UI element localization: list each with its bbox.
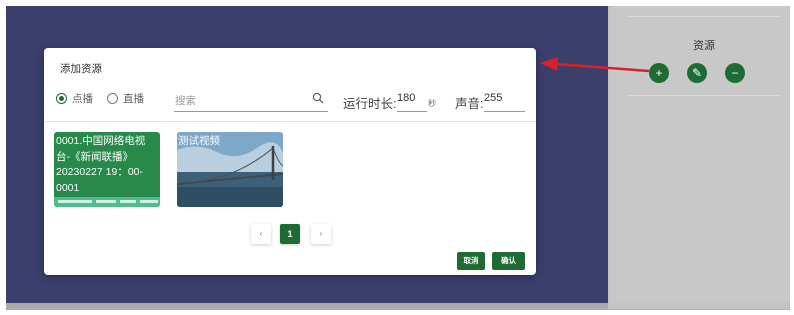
resource-card-title: 0001.中国网络电视 台-《新闻联播》 20230227 19：00- 000… bbox=[56, 135, 146, 194]
resource-card-test-video[interactable]: 测试视频 bbox=[177, 132, 283, 207]
resource-panel-title: 资源 bbox=[693, 40, 715, 52]
search-input[interactable]: 搜索 bbox=[174, 91, 328, 112]
radio-live[interactable]: 直播 bbox=[107, 91, 144, 106]
next-page-button[interactable]: › bbox=[311, 224, 331, 244]
resource-card-title: 测试视频 bbox=[178, 135, 220, 147]
duration-label: 运行时长: bbox=[343, 97, 397, 111]
resource-card-news[interactable]: 0001.中国网络电视 台-《新闻联播》 20230227 19：00- 000… bbox=[54, 132, 160, 207]
radio-vod[interactable]: 点播 bbox=[56, 91, 93, 106]
bottom-bar bbox=[6, 303, 608, 310]
dialog-title: 添加资源 bbox=[60, 63, 102, 75]
volume-input[interactable]: 255 bbox=[484, 92, 525, 112]
plus-icon: + bbox=[655, 66, 663, 80]
duration-input[interactable]: 180 bbox=[397, 92, 427, 112]
edit-resource-button[interactable]: ✎ bbox=[687, 63, 707, 83]
page-1-button[interactable]: 1 bbox=[280, 224, 300, 244]
resource-panel: 资源 + ✎ − bbox=[628, 16, 780, 96]
add-resource-dialog: 添加资源 点播 直播 搜索 运行时长: 180 秒 声音: 255 0001.中… bbox=[44, 48, 536, 275]
search-placeholder: 搜索 bbox=[175, 95, 196, 107]
radio-vod-label: 点播 bbox=[72, 93, 93, 105]
radio-checked-icon bbox=[56, 93, 67, 104]
radio-live-label: 直播 bbox=[123, 93, 144, 105]
volume-label: 声音: bbox=[455, 97, 484, 111]
add-resource-button[interactable]: + bbox=[649, 63, 669, 83]
video-thumbnail-strip bbox=[54, 197, 160, 207]
prev-page-button[interactable]: ‹ bbox=[251, 224, 271, 244]
pencil-icon: ✎ bbox=[691, 66, 703, 80]
duration-unit: 秒 bbox=[428, 99, 436, 108]
divider bbox=[44, 121, 536, 122]
radio-unchecked-icon bbox=[107, 93, 118, 104]
cancel-button[interactable]: 取消 bbox=[457, 252, 485, 270]
minus-icon: − bbox=[731, 66, 739, 80]
search-icon[interactable] bbox=[312, 92, 324, 104]
remove-resource-button[interactable]: − bbox=[725, 63, 745, 83]
confirm-button[interactable]: 确认 bbox=[492, 252, 525, 270]
